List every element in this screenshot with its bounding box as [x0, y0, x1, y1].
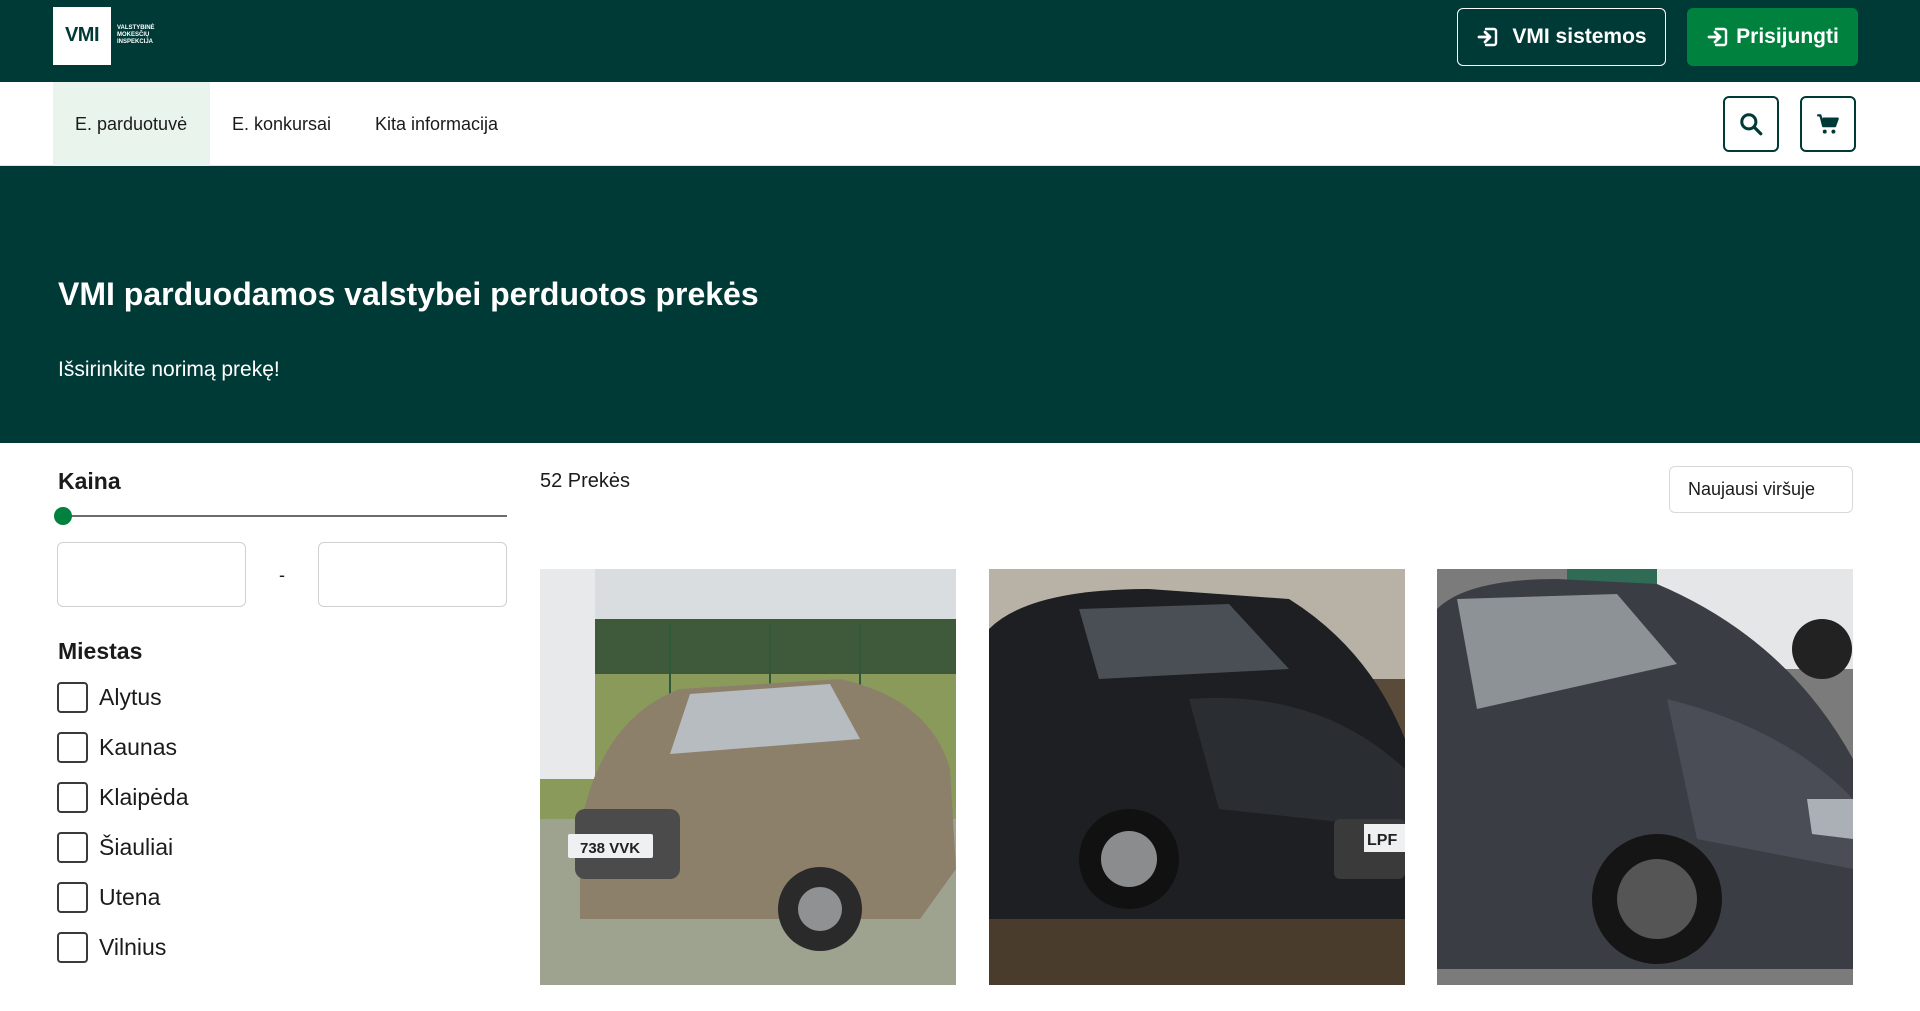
- car-photo: [1437, 569, 1853, 985]
- car-photo: LPF: [989, 569, 1405, 985]
- checkbox-label: Vilnius: [99, 934, 167, 960]
- checkbox[interactable]: [57, 682, 88, 713]
- checkbox-label: Alytus: [99, 684, 162, 710]
- nav-e-tenders[interactable]: E. konkursai: [210, 82, 353, 166]
- city-option-siauliai[interactable]: Šiauliai: [57, 832, 173, 863]
- nav-item-label: E. konkursai: [232, 113, 332, 134]
- product-card-image[interactable]: [1437, 569, 1853, 985]
- price-slider-handle[interactable]: [54, 507, 72, 525]
- sort-select[interactable]: Naujausi viršuje: [1669, 466, 1853, 513]
- login-icon: [1706, 25, 1730, 49]
- search-button[interactable]: [1723, 96, 1779, 152]
- login-button[interactable]: Prisijungti: [1687, 8, 1858, 66]
- checkbox[interactable]: [57, 782, 88, 813]
- nav-item-label: E. parduotuvė: [75, 113, 188, 134]
- price-separator: -: [279, 565, 285, 585]
- vmi-logo[interactable]: VMI VALSTYBINĖ MOKESČIŲ INSPEKCIJA: [53, 6, 169, 65]
- license-plate-text: 738 VVK: [580, 840, 640, 857]
- nav-item-label: Kita informacija: [375, 113, 499, 134]
- city-option-vilnius[interactable]: Vilnius: [57, 932, 166, 963]
- car-photo: 738 VVK: [540, 569, 956, 985]
- login-icon: [1476, 25, 1500, 49]
- cart-icon: [1815, 111, 1841, 137]
- logo-subtitle: VALSTYBINĖ MOKESČIŲ INSPEKCIJA: [117, 25, 155, 45]
- checkbox-label: Kaunas: [99, 734, 178, 760]
- login-label: Prisijungti: [1736, 25, 1839, 48]
- checkbox[interactable]: [57, 932, 88, 963]
- cart-button[interactable]: [1800, 96, 1856, 152]
- checkbox-label: Šiauliai: [99, 834, 174, 860]
- page-title: VMI parduodamos valstybei perduotos prek…: [58, 276, 759, 312]
- city-filter-heading: Miestas: [58, 638, 143, 664]
- checkbox[interactable]: [57, 882, 88, 913]
- top-bar: VMI VALSTYBINĖ MOKESČIŲ INSPEKCIJA VMI s…: [0, 0, 1920, 82]
- checkbox[interactable]: [57, 732, 88, 763]
- product-card-image[interactable]: 738 VVK: [540, 569, 956, 985]
- checkbox[interactable]: [57, 832, 88, 863]
- search-icon: [1738, 111, 1764, 137]
- price-slider-track[interactable]: [63, 515, 507, 517]
- city-option-kaunas[interactable]: Kaunas: [57, 732, 177, 763]
- vmi-systems-button[interactable]: VMI sistemos: [1457, 8, 1666, 66]
- city-option-utena[interactable]: Utena: [57, 882, 160, 913]
- price-min-input[interactable]: [57, 542, 246, 607]
- page-subtitle: Išsirinkite norimą prekę!: [58, 358, 280, 381]
- nav-other-info[interactable]: Kita informacija: [353, 82, 520, 166]
- nav-e-shop[interactable]: E. parduotuvė: [53, 82, 210, 166]
- license-plate-text: LPF: [1367, 832, 1397, 849]
- price-filter-heading: Kaina: [58, 468, 121, 494]
- product-count: 52 Prekės: [540, 470, 631, 492]
- checkbox-label: Klaipėda: [99, 784, 189, 810]
- checkbox-label: Utena: [99, 884, 161, 910]
- hero-banner: VMI parduodamos valstybei perduotos prek…: [0, 166, 1920, 443]
- product-card-image[interactable]: LPF: [989, 569, 1405, 985]
- city-option-klaipeda[interactable]: Klaipėda: [57, 782, 189, 813]
- logo-mark: VMI: [53, 6, 111, 65]
- main-nav: E. parduotuvė E. konkursai Kita informac…: [0, 82, 1920, 166]
- sort-select-value: Naujausi viršuje: [1688, 479, 1816, 499]
- city-option-alytus[interactable]: Alytus: [57, 682, 162, 713]
- price-max-input[interactable]: [318, 542, 507, 607]
- vmi-systems-label: VMI sistemos: [1512, 25, 1647, 48]
